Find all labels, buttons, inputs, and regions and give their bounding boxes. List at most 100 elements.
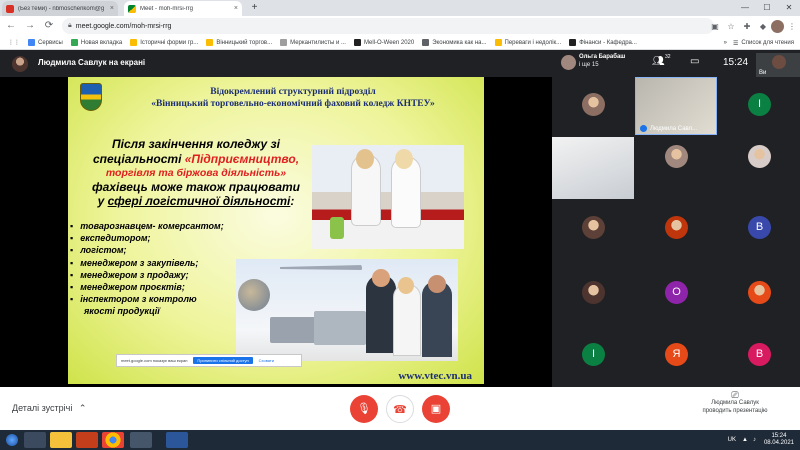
presenting-button[interactable]: ⎚ Людмила Савлук проводить презентацію (690, 391, 780, 415)
slide-text-line1: Після закінчення коледжу зі (112, 137, 280, 151)
participant-tile[interactable] (635, 137, 717, 177)
bookmark-icon (353, 39, 361, 46)
bookmarks-right: » ☰ Список для чтения (724, 36, 794, 50)
slide-text-line4: фахівець може також працювати (91, 180, 301, 194)
participant-tile[interactable]: І (718, 85, 800, 125)
career-item: експедитором; (70, 232, 270, 244)
profile-avatar[interactable] (771, 19, 784, 33)
self-view-tile[interactable]: Ви (756, 53, 800, 77)
apps-icon[interactable]: ⋮⋮ (8, 39, 20, 46)
participant-tile[interactable] (635, 208, 717, 248)
gmail-icon (6, 4, 14, 13)
participant-tile[interactable]: В (718, 335, 800, 375)
start-button[interactable] (6, 434, 18, 446)
participant-avatar (582, 281, 605, 304)
camera-off-icon: ▣ (430, 403, 442, 415)
participant-tile[interactable] (552, 85, 634, 125)
bookmark-label: Сервисы (38, 39, 63, 46)
bookmark-icon (494, 39, 502, 46)
camera-indicator-icon[interactable]: ▣ (707, 22, 723, 31)
bookmark-item[interactable]: Новая вкладка (70, 39, 122, 46)
hide-share-bar-button[interactable]: Сховати (259, 358, 274, 363)
windows-taskbar: UK ▲ ♪ 15:24 08.04.2021 (0, 430, 800, 450)
participant-tile[interactable]: І (552, 335, 634, 375)
participant-tile[interactable]: Я (635, 335, 717, 375)
bookmark-item[interactable]: Сервисы (28, 39, 63, 46)
participant-initial: В (748, 216, 771, 239)
url-text[interactable]: meet.google.com/moh-mrsi-rrg (76, 23, 172, 30)
bookmark-item[interactable]: Mell-O-Ween 2020 (353, 39, 414, 46)
back-icon[interactable]: ← (3, 18, 19, 34)
menu-icon[interactable]: ⋮ (784, 22, 800, 31)
system-date: 08.04.2021 (763, 440, 794, 446)
bookmark-icon (280, 39, 288, 46)
participant-tile[interactable]: О (635, 273, 717, 313)
new-tab-button[interactable]: + (248, 2, 261, 15)
participant-tile[interactable] (552, 208, 634, 248)
meeting-details-button[interactable]: Деталі зустрічі ⌃ (12, 403, 86, 414)
people-icon[interactable]: 👥︎ (652, 56, 665, 67)
speaking-indicator-icon (640, 125, 647, 132)
close-window-button[interactable]: ✕ (778, 0, 800, 16)
forward-icon[interactable]: → (22, 18, 38, 34)
bookmark-icon (206, 39, 214, 46)
minimize-button[interactable]: — (734, 0, 756, 16)
participant-tile[interactable] (552, 137, 634, 199)
tab-gmail[interactable]: (Без теми) - nbmoschenkom@g × (2, 1, 118, 16)
mic-off-button[interactable]: 🎙︎ (350, 395, 378, 423)
chrome-icon[interactable] (102, 432, 124, 448)
extension-icon[interactable]: ✚ (739, 22, 755, 31)
hang-up-button[interactable]: ☎︎ (386, 395, 414, 423)
career-item: товарознавцем- комерсантом; (70, 220, 270, 232)
bookmarks-more-button[interactable]: » (724, 40, 727, 46)
presentation-stage: Відокремлений структурний підрозділ «Він… (0, 77, 552, 387)
word-icon[interactable] (166, 432, 188, 448)
powerpoint-icon[interactable] (76, 432, 98, 448)
bookmark-item[interactable]: Переваги і недолік... (494, 39, 561, 46)
participant-tile[interactable] (718, 137, 800, 177)
slide-text-line5: у сфері логістичної діяльності: (84, 194, 308, 208)
volume-icon[interactable]: ♪ (753, 437, 756, 443)
input-language[interactable]: UK (728, 437, 736, 443)
chat-icon[interactable]: ▭ (690, 56, 699, 67)
logistics-photo (236, 259, 458, 361)
system-clock[interactable]: 15:24 08.04.2021 (764, 433, 794, 447)
lock-icon[interactable]: 🔒︎ (68, 22, 72, 30)
participant-tile-self[interactable]: Людмила Савл... (635, 77, 717, 135)
bookmark-icon (130, 39, 138, 46)
tab-meet[interactable]: Meet - moh-mrsi-rrg × (124, 1, 242, 16)
participant-avatar (582, 93, 605, 116)
puzzle-icon[interactable]: ◆ (755, 22, 771, 31)
close-tab-icon[interactable]: × (110, 5, 114, 12)
slide: Відокремлений структурний підрозділ «Він… (68, 77, 484, 384)
participant-tile[interactable] (718, 273, 800, 313)
meeting-details-label: Деталі зустрічі (12, 403, 73, 413)
maximize-button[interactable]: ☐ (756, 0, 778, 16)
pinned-sub: і ще 15 (579, 62, 599, 68)
slide-website: www.vtec.vn.ua (398, 370, 472, 382)
reading-list-button[interactable]: Список для чтения (741, 40, 794, 46)
star-icon[interactable]: ☆ (723, 22, 739, 31)
tab-strip: (Без теми) - nbmoschenkom@g × Meet - moh… (0, 0, 800, 16)
network-icon[interactable]: ▲ (742, 437, 748, 443)
bookmark-item[interactable]: Фінанси - Кафедра... (569, 39, 637, 46)
address-bar[interactable]: 🔒︎ meet.google.com/moh-mrsi-rrg (62, 18, 714, 34)
line5-prefix: у (97, 194, 108, 208)
screen-share-bar: meet.google.com показує ваш екран Припин… (116, 354, 302, 367)
ie-icon[interactable] (24, 432, 46, 448)
taskbar-app-icon[interactable] (130, 432, 152, 448)
camera-off-button[interactable]: ▣ (422, 395, 450, 423)
bookmark-item[interactable]: Экономика как на... (422, 39, 487, 46)
present-screen-icon: ⎚ (731, 390, 739, 400)
participant-initial: І (748, 93, 771, 116)
bookmark-item[interactable]: Історичні форми гр... (130, 39, 198, 46)
bookmark-item[interactable]: Вінницький торгов... (206, 39, 272, 46)
close-tab-icon[interactable]: × (234, 5, 238, 12)
slide-title-line1: Відокремлений структурний підрозділ (210, 87, 376, 97)
participant-tile[interactable]: В (718, 208, 800, 248)
participant-tile[interactable] (552, 273, 634, 313)
reload-icon[interactable]: ⟳ (41, 18, 57, 34)
explorer-icon[interactable] (50, 432, 72, 448)
stop-sharing-button[interactable]: Припинити спільний доступ (193, 357, 253, 364)
bookmark-item[interactable]: Меркантилисты и ... (280, 39, 346, 46)
